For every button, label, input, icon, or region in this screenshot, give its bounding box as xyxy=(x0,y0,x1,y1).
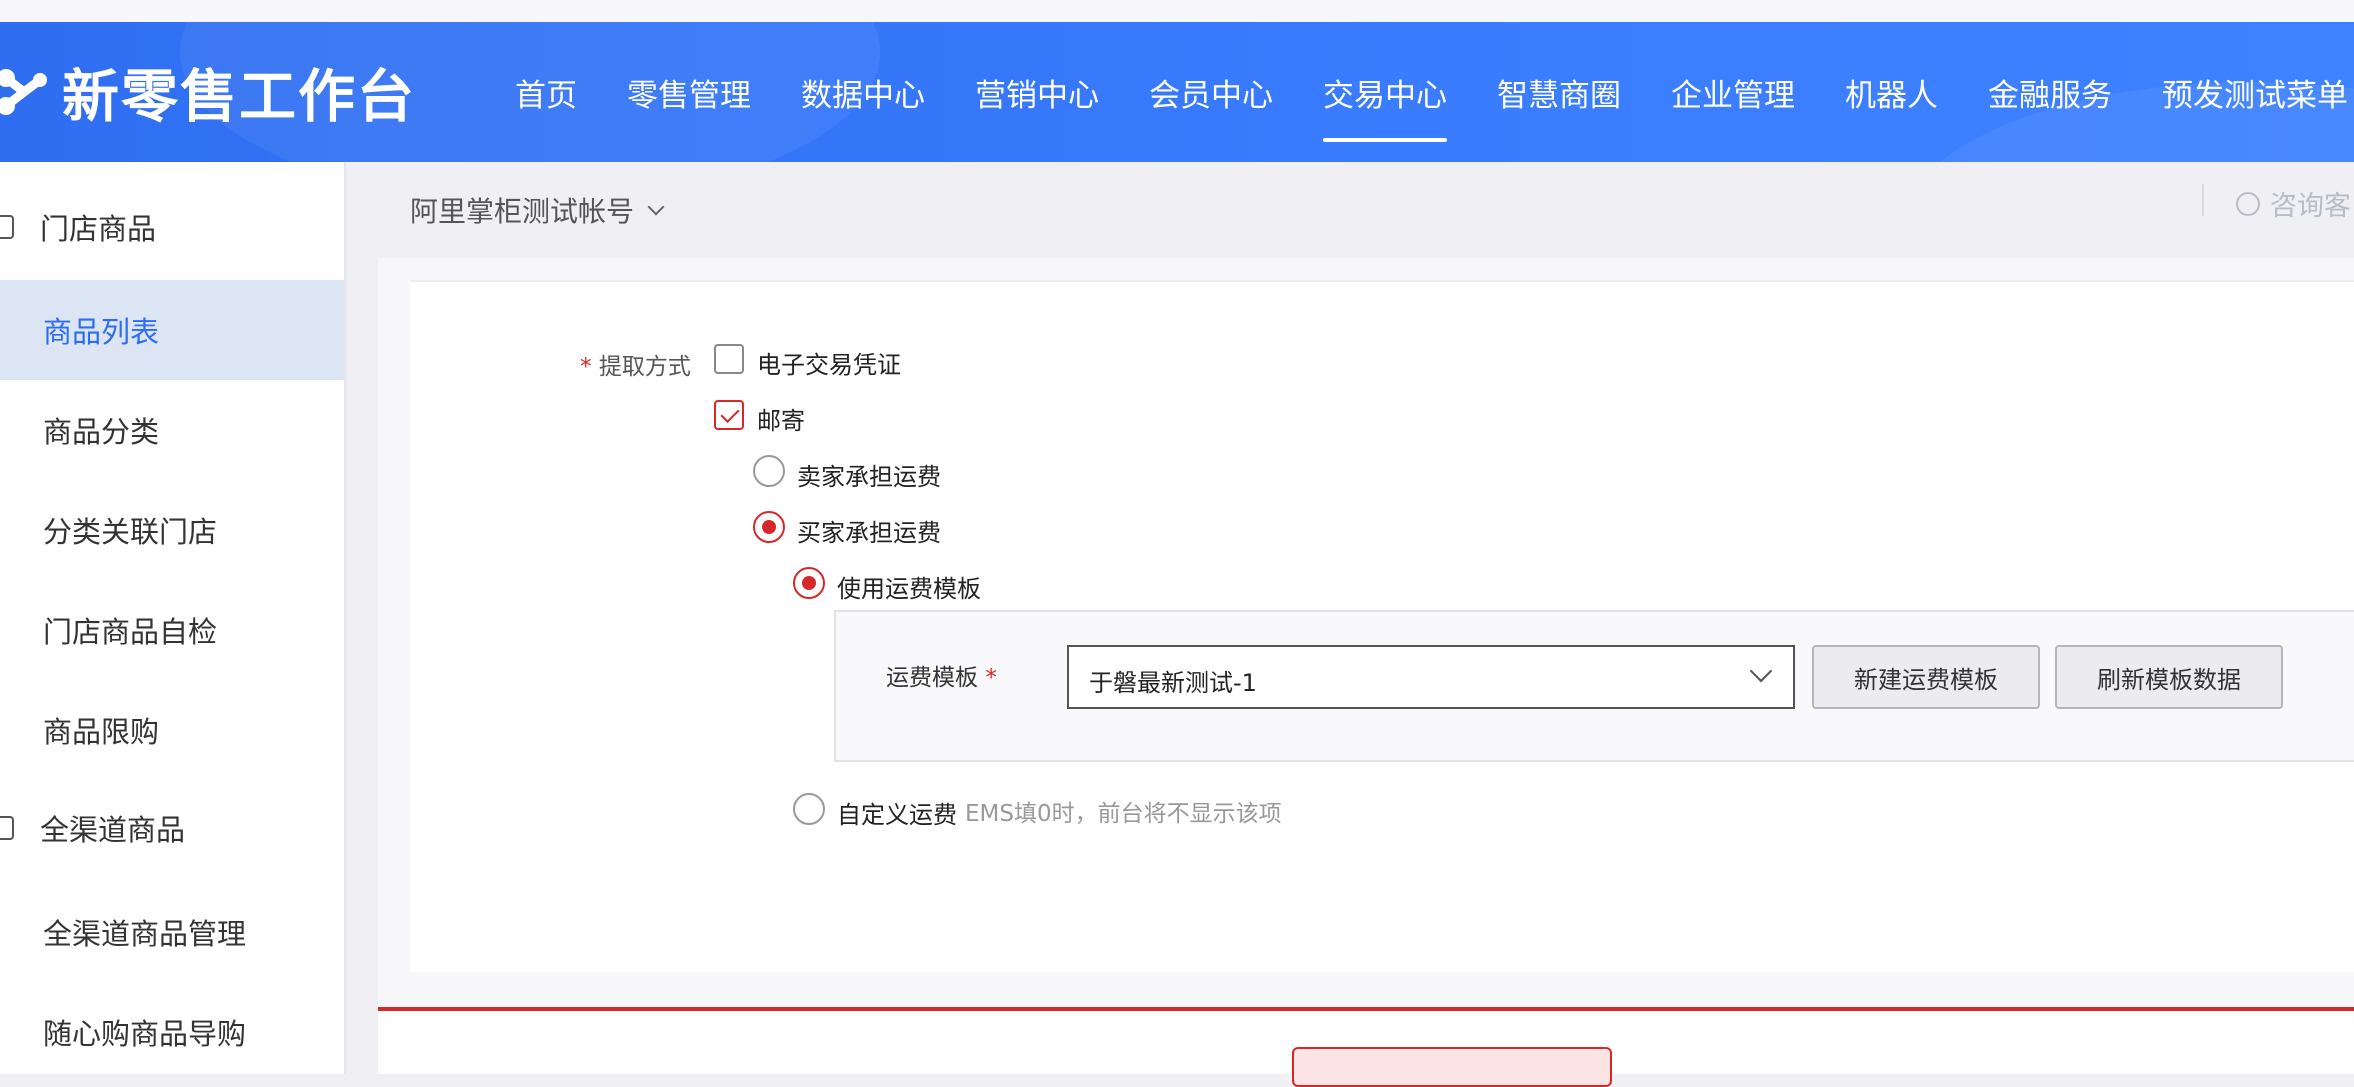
sidebar-item-goods-list[interactable]: 商品列表 xyxy=(0,280,344,380)
sidebar-group-store-goods[interactable]: 门店商品 xyxy=(0,177,344,277)
divider xyxy=(2202,184,2204,216)
top-strip xyxy=(0,0,2354,22)
nav-smart-district[interactable]: 智慧商圈 xyxy=(1472,22,1646,162)
required-mark: * xyxy=(985,665,997,691)
pickup-method-text: 提取方式 xyxy=(598,354,691,380)
nav-trade[interactable]: 交易中心 xyxy=(1298,22,1472,162)
pickup-method-label: * 提取方式 xyxy=(580,347,691,381)
custom-freight-label[interactable]: 自定义运费 xyxy=(837,795,957,830)
template-select[interactable]: 于磐最新测试-1 xyxy=(1067,645,1795,709)
consult-link[interactable]: 咨询客 xyxy=(2236,184,2351,223)
buyer-pays-radio[interactable] xyxy=(753,511,785,543)
buyer-pays-label[interactable]: 买家承担运费 xyxy=(797,513,941,548)
store-goods-icon xyxy=(0,215,14,239)
new-template-button[interactable]: 新建运费模板 xyxy=(1812,645,2040,709)
chevron-down-icon xyxy=(647,198,665,216)
sidebar-item-category-store[interactable]: 分类关联门店 xyxy=(0,480,344,580)
nav-prerelease-test[interactable]: 预发测试菜单 xyxy=(2137,22,2354,162)
app-title: 新零售工作台 xyxy=(62,64,416,130)
template-label-text: 运费模板 xyxy=(886,665,978,691)
app-header: 新零售工作台 首页 零售管理 数据中心 营销中心 会员中心 交易中心 智慧商圈 … xyxy=(0,22,2354,162)
nav-marketing[interactable]: 营销中心 xyxy=(950,22,1124,162)
sidebar-item-goods-category[interactable]: 商品分类 xyxy=(0,380,344,480)
sidebar-item-purchase-limit[interactable]: 商品限购 xyxy=(0,680,344,780)
sidebar-group-label: 全渠道商品 xyxy=(40,813,186,847)
mail-checkbox[interactable] xyxy=(714,400,744,430)
nav-data[interactable]: 数据中心 xyxy=(776,22,950,162)
sidebar-item-omnichannel-manage[interactable]: 全渠道商品管理 xyxy=(0,882,344,982)
seller-pays-radio[interactable] xyxy=(753,455,785,487)
sidebar-item-self-check[interactable]: 门店商品自检 xyxy=(0,580,344,680)
sidebar-item-guide-shopping[interactable]: 随心购商品导购 xyxy=(0,982,344,1082)
account-name: 阿里掌柜测试帐号 xyxy=(410,195,635,228)
app-logo[interactable]: 新零售工作台 xyxy=(0,57,416,130)
logo-icon xyxy=(0,69,47,115)
nav-finance[interactable]: 金融服务 xyxy=(1963,22,2137,162)
sidebar-group-omnichannel[interactable]: 全渠道商品 xyxy=(0,778,344,878)
consult-label: 咨询客 xyxy=(2270,191,2351,222)
chevron-down-icon xyxy=(1749,659,1773,683)
required-mark: * xyxy=(580,354,592,380)
use-template-radio[interactable] xyxy=(793,567,825,599)
main-nav: 首页 零售管理 数据中心 营销中心 会员中心 交易中心 智慧商圈 企业管理 机器… xyxy=(490,22,2354,162)
nav-robot[interactable]: 机器人 xyxy=(1820,22,1963,162)
custom-freight-hint: EMS填0时，前台将不显示该项 xyxy=(965,801,1282,827)
use-template-label[interactable]: 使用运费模板 xyxy=(837,569,981,604)
account-switcher[interactable]: 阿里掌柜测试帐号 xyxy=(410,190,665,230)
custom-freight-radio[interactable] xyxy=(793,793,825,825)
template-select-value: 于磐最新测试-1 xyxy=(1089,669,1257,697)
template-field-label: 运费模板 * xyxy=(886,658,997,692)
seller-pays-label[interactable]: 卖家承担运费 xyxy=(797,457,941,492)
refresh-template-button[interactable]: 刷新模板数据 xyxy=(2055,645,2283,709)
nav-retail[interactable]: 零售管理 xyxy=(602,22,776,162)
voucher-label[interactable]: 电子交易凭证 xyxy=(757,345,901,380)
voucher-checkbox[interactable] xyxy=(714,344,744,374)
footer-action-button[interactable] xyxy=(1292,1047,1612,1087)
nav-home[interactable]: 首页 xyxy=(490,22,602,162)
headset-icon xyxy=(2236,191,2260,216)
nav-enterprise[interactable]: 企业管理 xyxy=(1646,22,1820,162)
nav-member[interactable]: 会员中心 xyxy=(1124,22,1298,162)
mail-label[interactable]: 邮寄 xyxy=(757,401,805,436)
omnichannel-goods-icon xyxy=(0,816,14,840)
sidebar: 门店商品 商品列表 商品分类 分类关联门店 门店商品自检 商品限购 全渠道商品 … xyxy=(0,162,346,1074)
sidebar-group-label: 门店商品 xyxy=(40,212,157,246)
